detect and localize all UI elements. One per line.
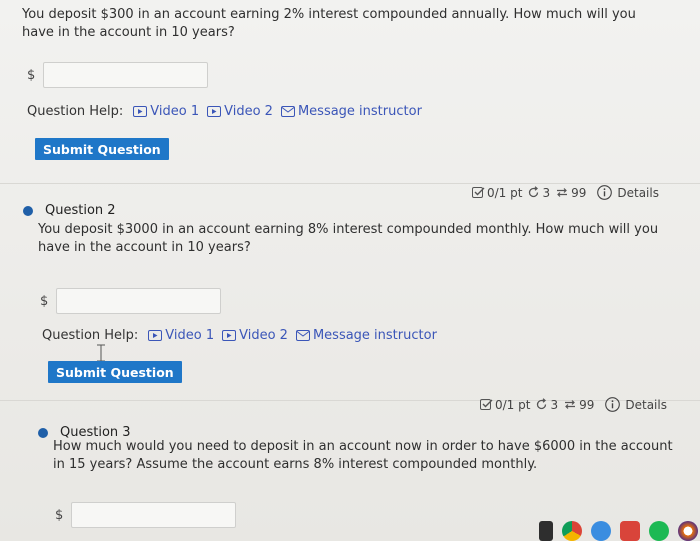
attempts: 3 [527, 186, 550, 200]
video-2-link[interactable]: Video 2 [222, 328, 288, 343]
browser-icon[interactable] [678, 521, 698, 541]
question-bullet [23, 205, 33, 216]
score: 0/1 pt [480, 398, 530, 412]
question-3-answer-row: $ [55, 502, 236, 528]
question-1-answer-row: $ [27, 62, 208, 88]
question-help-label: Question Help: [27, 104, 124, 119]
question-1-answer-input[interactable] [43, 62, 208, 88]
question-2-help-row: Question Help: Video 1 Video 2 Message i… [42, 328, 445, 343]
message-instructor-link[interactable]: Message instructor [280, 104, 422, 119]
divider [0, 183, 700, 184]
question-2-header: Question 2 [23, 203, 116, 218]
currency-symbol: $ [55, 507, 64, 523]
tries: 99 [563, 398, 594, 412]
question-1-help-row: Question Help: Video 1 Video 2 Message i… [27, 104, 430, 119]
mail-icon[interactable] [620, 521, 640, 541]
finder-icon[interactable] [591, 521, 611, 541]
dock-app-icon[interactable] [539, 521, 553, 541]
score-text: 0/1 pt [495, 397, 531, 412]
video-2-link[interactable]: Video 2 [207, 104, 273, 119]
details-label: Details [617, 185, 659, 200]
question-1-text: You deposit $300 in an account earning 2… [22, 7, 636, 40]
question-2-submit-button[interactable]: Submit Question [48, 361, 182, 383]
details-link[interactable]: Details [597, 185, 659, 200]
video-icon [133, 106, 148, 117]
video-1-label: Video 1 [165, 328, 215, 343]
attempts-count: 3 [542, 185, 551, 200]
question-1-submit-button[interactable]: Submit Question [35, 138, 169, 160]
score: 0/1 pt [472, 186, 522, 200]
tries: 99 [555, 186, 586, 200]
details-link[interactable]: Details [605, 397, 667, 412]
question-3-meta: 0/1 pt 3 99 Details [480, 397, 672, 412]
info-icon [605, 397, 621, 412]
text-cursor-icon [97, 344, 105, 362]
message-instructor-link[interactable]: Message instructor [295, 328, 437, 343]
checkbox-icon [472, 187, 485, 198]
spotify-icon[interactable] [649, 521, 669, 541]
arrows-icon [565, 400, 576, 409]
message-instructor-label: Message instructor [312, 328, 437, 343]
message-instructor-label: Message instructor [297, 104, 422, 119]
question-2-answer-input[interactable] [56, 288, 221, 314]
currency-symbol: $ [27, 67, 36, 83]
details-label: Details [625, 397, 667, 412]
chrome-icon[interactable] [562, 521, 582, 541]
video-1-link[interactable]: Video 1 [148, 328, 214, 343]
retry-icon [529, 186, 539, 198]
envelope-icon [280, 106, 295, 117]
tries-count: 99 [571, 185, 587, 200]
video-2-label: Video 2 [239, 328, 288, 343]
video-2-label: Video 2 [224, 104, 273, 119]
question-2-answer-row: $ [40, 288, 221, 314]
attempts-count: 3 [550, 397, 559, 412]
envelope-icon [295, 330, 310, 341]
question-bullet [38, 427, 48, 438]
question-2-meta: 0/1 pt 3 99 Details [472, 185, 664, 200]
question-3-text: How much would you need to deposit in an… [53, 439, 673, 472]
currency-symbol: $ [40, 293, 49, 309]
info-icon [597, 185, 613, 200]
score-text: 0/1 pt [487, 185, 523, 200]
question-help-label: Question Help: [42, 328, 139, 343]
question-3-answer-input[interactable] [71, 502, 236, 528]
video-icon [148, 330, 163, 341]
retry-icon [537, 398, 547, 410]
video-icon [222, 330, 237, 341]
video-icon [207, 106, 222, 117]
question-2-title: Question 2 [45, 203, 116, 218]
arrows-icon [557, 188, 568, 197]
checkbox-icon [480, 399, 493, 410]
tries-count: 99 [579, 397, 595, 412]
question-2-text: You deposit $3000 in an account earning … [38, 222, 659, 255]
attempts: 3 [535, 398, 558, 412]
video-1-link[interactable]: Video 1 [133, 104, 199, 119]
page: You deposit $300 in an account earning 2… [0, 0, 700, 541]
video-1-label: Video 1 [150, 104, 200, 119]
dock-icons [530, 519, 700, 541]
